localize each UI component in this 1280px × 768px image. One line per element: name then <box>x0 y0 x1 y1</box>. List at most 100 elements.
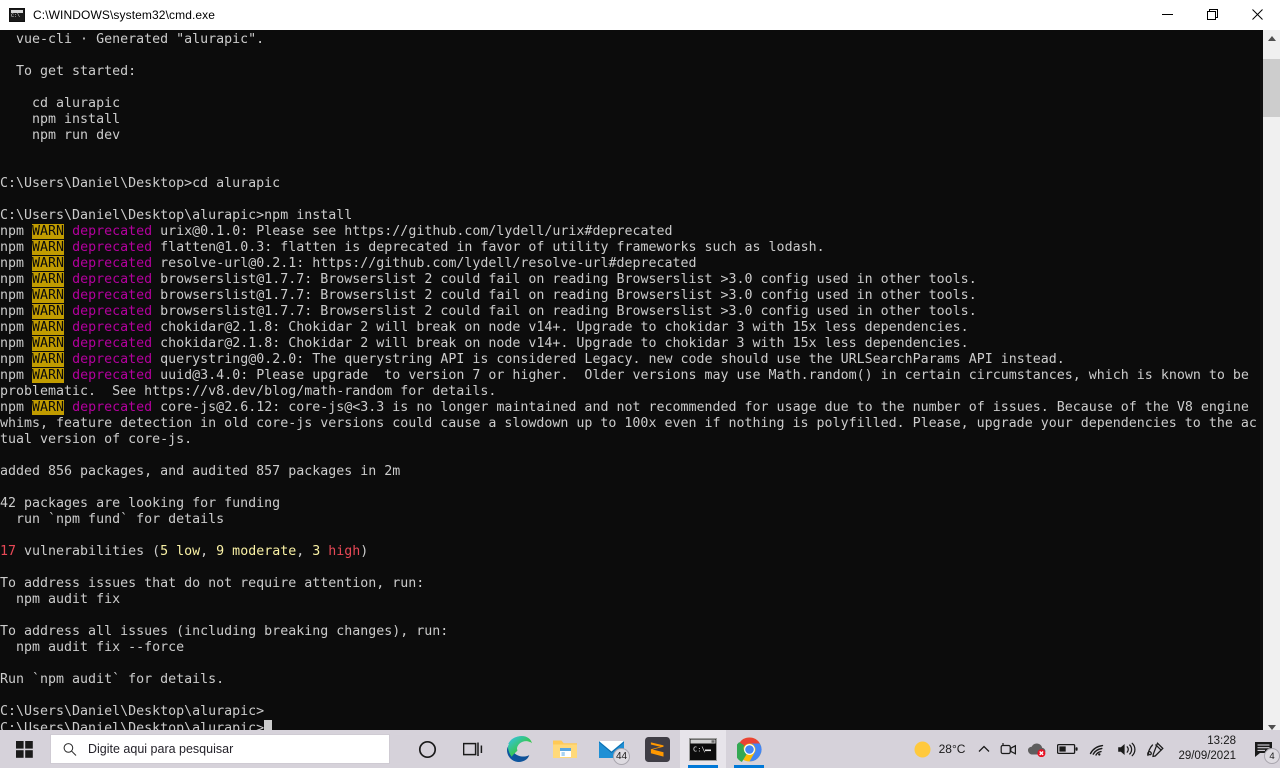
scroll-thumb[interactable] <box>1263 59 1280 117</box>
search-input[interactable]: Digite aqui para pesquisar <box>50 734 390 764</box>
terminal-text: ) <box>360 544 369 559</box>
terminal-text: core-js@2.6.12: core-js@<3.3 is no longe… <box>152 400 1249 415</box>
terminal-text: To address all issues (including breakin… <box>0 624 449 639</box>
cortana-button[interactable] <box>404 730 450 768</box>
weather-widget[interactable]: 28°C <box>901 740 974 759</box>
terminal-text: C:\Users\Daniel\Desktop\alurapic> <box>0 704 265 719</box>
terminal-text: run `npm fund` for details <box>0 512 225 527</box>
windows-taskbar: Digite aqui para pesquisar 44 C:\ 28°C 1… <box>0 730 1280 768</box>
system-tray: 28°C 13:28 29/09/2021 4 <box>901 730 1280 768</box>
battery-button[interactable] <box>1052 730 1083 768</box>
windows-logo-icon <box>15 740 33 758</box>
terminal-line: npm WARN deprecated browserslist@1.7.7: … <box>0 288 1263 304</box>
scrollbar-track[interactable] <box>1263 47 1280 719</box>
terminal-text: npm install <box>0 112 121 127</box>
volume-button[interactable] <box>1112 730 1141 768</box>
terminal-line: npm install <box>0 112 1263 128</box>
terminal-line: 42 packages are looking for funding <box>0 496 1263 512</box>
clock-date: 29/09/2021 <box>1178 750 1236 762</box>
terminal-text: To get started: <box>0 64 137 79</box>
terminal-line: 17 vulnerabilities (5 low, 9 moderate, 3… <box>0 544 1263 560</box>
terminal-text: WARN <box>32 400 65 415</box>
terminal-text: npm <box>0 400 33 415</box>
restore-button[interactable] <box>1190 0 1235 30</box>
terminal-scrollbar[interactable] <box>1263 30 1280 736</box>
scroll-up-arrow[interactable] <box>1263 30 1280 47</box>
cmd-icon <box>9 7 25 22</box>
cortana-icon <box>418 740 436 758</box>
terminal-line: C:\Users\Daniel\Desktop>cd alurapic <box>0 176 1263 192</box>
terminal-text: whims, feature detection in old core-js … <box>0 416 1257 431</box>
taskbar-chrome[interactable] <box>726 730 772 768</box>
network-button[interactable] <box>1083 730 1112 768</box>
terminal-line: npm WARN deprecated core-js@2.6.12: core… <box>0 400 1263 416</box>
terminal-text: WARN <box>32 256 65 271</box>
terminal-text: cd alurapic <box>0 96 121 111</box>
terminal-output[interactable]: vue-cli · Generated "alurapic". To get s… <box>0 30 1263 736</box>
terminal-text: WARN <box>32 336 65 351</box>
taskbar-cmd[interactable]: C:\ <box>680 730 726 768</box>
terminal-text: deprecated <box>72 320 153 335</box>
notification-badge: 4 <box>1264 748 1280 764</box>
terminal-text: npm <box>0 288 33 303</box>
terminal-text: vue-cli · Generated "alurapic". <box>0 32 265 47</box>
taskbar-file-explorer[interactable] <box>542 730 588 768</box>
terminal-text: Run `npm audit` for details. <box>0 672 225 687</box>
pen-workspace-button[interactable] <box>1141 730 1170 768</box>
mail-badge: 44 <box>613 748 630 765</box>
terminal-line: C:\Users\Daniel\Desktop\alurapic> <box>0 704 1263 720</box>
close-button[interactable] <box>1235 0 1280 30</box>
terminal-text: problematic. See https://v8.dev/blog/mat… <box>0 384 497 399</box>
search-placeholder: Digite aqui para pesquisar <box>88 742 234 756</box>
taskbar-sublime-text[interactable] <box>634 730 680 768</box>
battery-icon <box>1057 743 1079 755</box>
action-center-button[interactable]: 4 <box>1246 730 1280 768</box>
webcam-icon <box>1001 742 1017 755</box>
onedrive-button[interactable] <box>1022 730 1052 768</box>
show-hidden-icons-button[interactable] <box>973 730 995 768</box>
terminal-text: npm <box>0 352 33 367</box>
terminal-text: npm <box>0 368 33 383</box>
terminal-line: npm WARN deprecated uuid@3.4.0: Please u… <box>0 368 1263 384</box>
terminal-text: browserslist@1.7.7: Browserslist 2 could… <box>152 272 977 287</box>
taskbar-mail[interactable]: 44 <box>588 730 634 768</box>
chrome-icon <box>736 736 762 762</box>
minimize-button[interactable] <box>1145 0 1190 30</box>
terminal-text: WARN <box>32 352 65 367</box>
terminal-line: npm WARN deprecated browserslist@1.7.7: … <box>0 272 1263 288</box>
onedrive-error-icon <box>1028 743 1046 757</box>
terminal-line: npm audit fix <box>0 592 1263 608</box>
start-button[interactable] <box>0 730 48 768</box>
clock-time: 13:28 <box>1207 735 1236 747</box>
clock[interactable]: 13:28 29/09/2021 <box>1170 730 1246 768</box>
terminal-text: npm <box>0 256 33 271</box>
terminal-text: 5 low <box>160 544 201 559</box>
taskbar-edge[interactable] <box>496 730 542 768</box>
terminal-text: npm <box>0 336 33 351</box>
terminal-text: npm <box>0 304 33 319</box>
task-view-button[interactable] <box>450 730 496 768</box>
webcam-status-button[interactable] <box>995 730 1022 768</box>
terminal-text: tual version of core-js. <box>0 432 193 447</box>
terminal-line: npm WARN deprecated chokidar@2.1.8: Chok… <box>0 320 1263 336</box>
terminal-text: browserslist@1.7.7: Browserslist 2 could… <box>152 304 977 319</box>
terminal-text: 17 <box>0 544 17 559</box>
terminal-text: 9 moderate <box>216 544 297 559</box>
terminal-line: npm WARN deprecated querystring@0.2.0: T… <box>0 352 1263 368</box>
terminal-line: tual version of core-js. <box>0 432 1263 448</box>
terminal-line: run `npm fund` for details <box>0 512 1263 528</box>
window-titlebar[interactable]: C:\WINDOWS\system32\cmd.exe <box>0 0 1280 30</box>
